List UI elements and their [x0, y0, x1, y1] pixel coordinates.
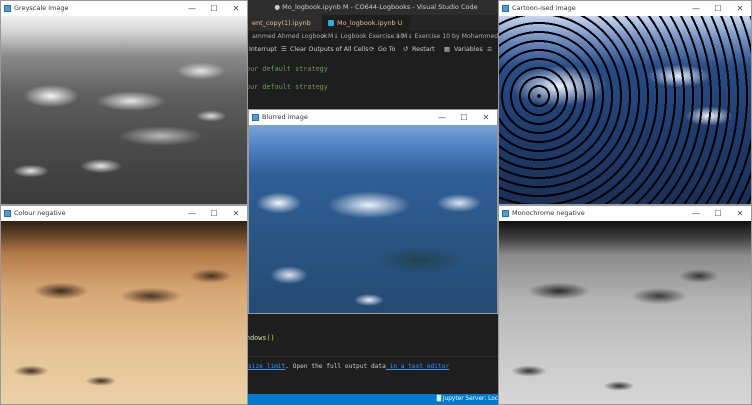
window-titlebar[interactable]: Cartoon-ised image — ☐ ✕ — [499, 1, 751, 16]
tab-notebook-copy[interactable]: ent_copy(1).ipynb M — [246, 15, 322, 43]
code-comment: our default strategy — [246, 83, 328, 91]
restart-button[interactable]: Restart — [412, 43, 435, 56]
window-titlebar[interactable]: Colour negative — ☐ ✕ — [1, 206, 247, 221]
function-parens: () — [266, 334, 275, 342]
app-icon — [4, 210, 11, 217]
minimize-icon[interactable]: — — [685, 206, 707, 221]
breadcrumb-separator: > — [395, 33, 401, 40]
app-icon — [502, 5, 509, 12]
maximize-icon[interactable]: ☐ — [203, 206, 225, 221]
tab-label: Mo_logbook.ipynb U — [337, 19, 403, 27]
maximize-icon[interactable]: ☐ — [707, 206, 729, 221]
close-icon[interactable]: ✕ — [225, 206, 247, 221]
window-title: Blurred image — [262, 113, 308, 121]
minimize-icon[interactable]: — — [685, 1, 707, 16]
maximize-icon[interactable]: ☐ — [707, 1, 729, 16]
minimize-icon[interactable]: — — [181, 1, 203, 16]
colour-negative-window[interactable]: Colour negative — ☐ ✕ — [0, 205, 248, 405]
more-actions-icon[interactable]: ≡ — [487, 43, 492, 56]
open-in-editor-link[interactable]: in a text editor — [386, 363, 450, 370]
window-titlebar[interactable]: Monochrome negative — ☐ ✕ — [499, 206, 751, 221]
goto-icon: ⟳ — [369, 46, 375, 53]
monochrome-negative-image — [499, 221, 751, 404]
cartoon-window[interactable]: Cartoon-ised image — ☐ ✕ — [498, 0, 752, 205]
function-name: ndows — [246, 334, 267, 342]
blurred-window[interactable]: Blurred image — ☐ ✕ — [248, 109, 498, 314]
goto-button[interactable]: Go To — [378, 43, 395, 56]
close-icon[interactable]: ✕ — [729, 1, 751, 16]
breadcrumb-item[interactable]: ammed Ahmed Logbook — [252, 31, 328, 43]
clear-outputs-button[interactable]: Clear Outputs of All Cells — [290, 43, 369, 56]
code-comment: our default strategy — [246, 65, 328, 73]
cartoon-image — [499, 16, 751, 204]
variables-icon: ▦ — [444, 46, 450, 53]
minimize-icon[interactable]: — — [431, 110, 453, 125]
monochrome-negative-window[interactable]: Monochrome negative — ☐ ✕ — [498, 205, 752, 405]
app-icon — [252, 114, 259, 121]
minimize-icon[interactable]: — — [181, 206, 203, 221]
window-controls: — ☐ ✕ — [685, 1, 751, 16]
interrupt-button[interactable]: Interrupt — [249, 43, 277, 56]
breadcrumb-separator: > — [321, 33, 327, 40]
maximize-icon[interactable]: ☐ — [203, 1, 225, 16]
size-limit-link[interactable]: size limit — [248, 363, 285, 370]
clear-outputs-icon: ☰ — [281, 46, 287, 53]
window-title: Greyscale image — [14, 4, 69, 12]
breadcrumb-item[interactable]: M↓ Logbook Exercise 10 — [328, 31, 404, 43]
restart-icon: ↺ — [403, 46, 409, 53]
output-message: size limit. Open the full output data in… — [248, 363, 449, 370]
window-controls: — ☐ ✕ — [181, 1, 247, 16]
notebook-icon — [328, 20, 334, 26]
close-icon[interactable]: ✕ — [225, 1, 247, 16]
app-icon — [502, 210, 509, 217]
window-controls: — ☐ ✕ — [685, 206, 751, 221]
variables-button[interactable]: Variables — [454, 43, 483, 56]
window-title: Cartoon-ised image — [512, 4, 576, 12]
window-title: Colour negative — [14, 209, 66, 217]
window-controls: — ☐ ✕ — [181, 206, 247, 221]
tab-mo-logbook[interactable]: Mo_logbook.ipynb U — [322, 15, 410, 41]
app-icon — [4, 5, 11, 12]
output-text: . Open the full output data — [285, 363, 386, 370]
colour-negative-image — [1, 221, 247, 404]
blurred-image — [249, 125, 497, 313]
greyscale-image — [1, 16, 247, 204]
window-title: Monochrome negative — [512, 209, 585, 217]
window-controls: — ☐ ✕ — [431, 110, 497, 125]
close-icon[interactable]: ✕ — [475, 110, 497, 125]
maximize-icon[interactable]: ☐ — [453, 110, 475, 125]
greyscale-window[interactable]: Greyscale image — ☐ ✕ — [0, 0, 248, 205]
cell-output: size limit. Open the full output data in… — [246, 356, 498, 394]
close-icon[interactable]: ✕ — [729, 206, 751, 221]
jupyter-server-status[interactable]: ▓ Jupyter Server: Loc — [437, 394, 498, 405]
code-call: ndows() — [246, 334, 275, 342]
window-titlebar[interactable]: Blurred image — ☐ ✕ — [249, 110, 497, 125]
window-titlebar[interactable]: Greyscale image — ☐ ✕ — [1, 1, 247, 16]
